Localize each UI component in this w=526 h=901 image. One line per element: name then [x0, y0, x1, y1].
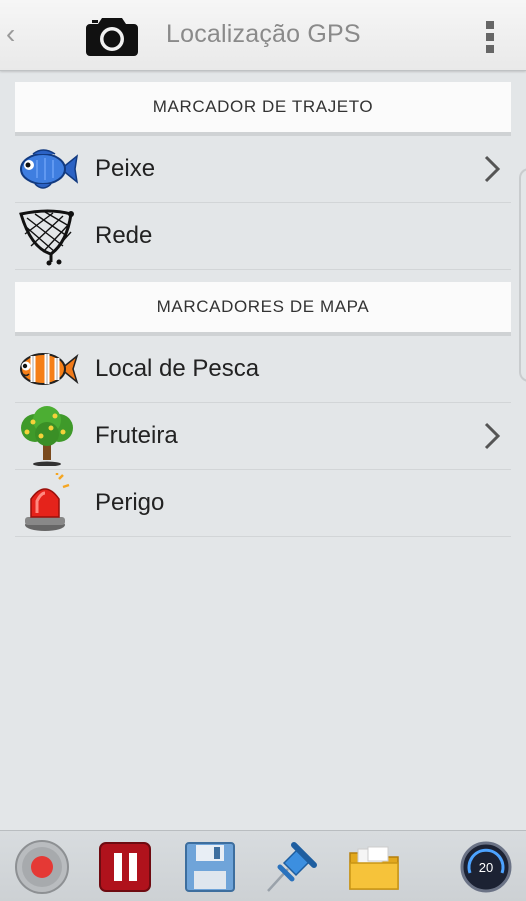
- save-button[interactable]: [182, 839, 238, 895]
- marker-list: MARCADOR DE TRAJETO Peixe Rede MARCADORE…: [0, 70, 526, 537]
- list-item-local-de-pesca[interactable]: Local de Pesca: [15, 336, 511, 403]
- bottom-toolbar: 20: [0, 830, 526, 901]
- edge-panel-handle[interactable]: [519, 168, 526, 382]
- list-item-fruteira[interactable]: Fruteira: [15, 403, 511, 470]
- pause-button[interactable]: [98, 839, 154, 895]
- section-header-mapa: MARCADORES DE MAPA: [15, 282, 511, 336]
- speedometer-button[interactable]: 20: [458, 839, 514, 895]
- list-item-label: Peixe: [95, 155, 156, 182]
- folder-button[interactable]: [346, 839, 402, 895]
- speed-readout: 20: [479, 860, 493, 875]
- record-button[interactable]: [14, 839, 70, 895]
- list-item-peixe[interactable]: Peixe: [15, 136, 511, 203]
- fishing-net-icon: [15, 208, 79, 266]
- chevron-right-icon: [484, 422, 501, 450]
- list-item-rede[interactable]: Rede: [15, 203, 511, 270]
- list-item-label: Rede: [95, 222, 153, 249]
- pin-button[interactable]: [264, 839, 320, 895]
- chevron-right-icon: [484, 155, 501, 183]
- list-item-label: Local de Pesca: [95, 355, 260, 382]
- camera-icon[interactable]: [84, 14, 140, 58]
- clownfish-icon: [15, 341, 79, 397]
- app-title: Localização GPS: [166, 20, 361, 48]
- back-icon[interactable]: ‹: [6, 18, 15, 50]
- overflow-menu-icon[interactable]: [484, 20, 496, 54]
- list-item-label: Perigo: [95, 489, 165, 516]
- list-item-perigo[interactable]: Perigo: [15, 470, 511, 537]
- list-item-label: Fruteira: [95, 422, 178, 449]
- fruit-tree-icon: [15, 406, 79, 466]
- action-bar: ‹ Localização GPS: [0, 0, 526, 71]
- section-header-trajeto: MARCADOR DE TRAJETO: [15, 82, 511, 136]
- red-siren-icon: [15, 473, 79, 531]
- blue-fish-icon: [15, 141, 79, 197]
